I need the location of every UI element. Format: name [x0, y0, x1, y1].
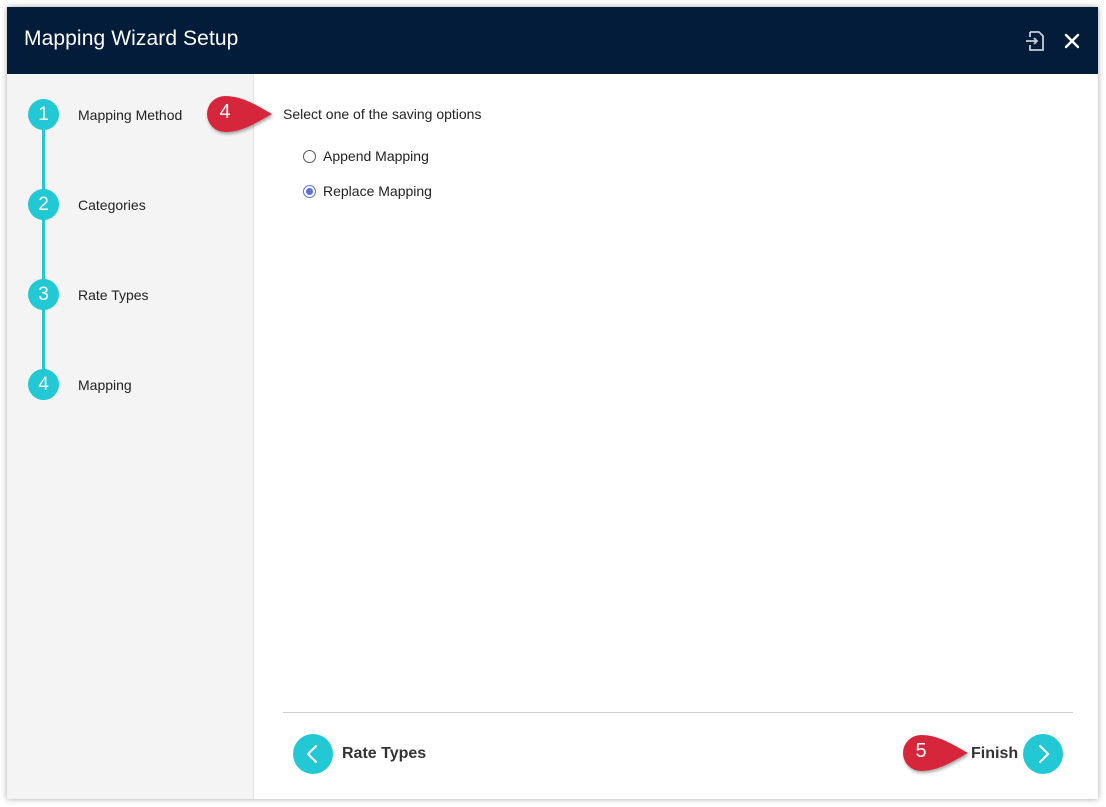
wizard-steps-sidebar: 1 Mapping Method 2 Categories 3 Rate Typ… [7, 74, 254, 799]
replace-mapping-radio[interactable] [303, 185, 316, 198]
close-icon[interactable] [1062, 31, 1082, 56]
chevron-right-icon [1038, 744, 1050, 764]
callout-number: 4 [219, 101, 231, 123]
step-mapping[interactable]: 4 Mapping [28, 369, 248, 401]
finish-label[interactable]: Finish [971, 745, 1018, 763]
append-mapping-label[interactable]: Append Mapping [323, 148, 429, 164]
append-mapping-radio[interactable] [303, 150, 316, 163]
step-rate-types[interactable]: 3 Rate Types [28, 279, 248, 311]
step-label: Categories [78, 197, 146, 213]
export-icon[interactable] [1024, 29, 1048, 58]
finish-button[interactable] [1023, 734, 1063, 774]
step-label: Rate Types [78, 287, 149, 303]
wizard-dialog: Mapping Wizard Setup 1 Mapping Method 2 … [7, 7, 1098, 799]
dialog-header: Mapping Wizard Setup [7, 7, 1098, 74]
step-label: Mapping Method [78, 107, 183, 123]
replace-mapping-label[interactable]: Replace Mapping [323, 183, 432, 199]
back-label[interactable]: Rate Types [342, 745, 426, 763]
callout-marker-4: 4 [206, 95, 274, 133]
wizard-content: Select one of the saving options Append … [254, 74, 1098, 799]
dialog-title: Mapping Wizard Setup [24, 27, 239, 50]
step-number: 4 [28, 369, 59, 400]
steps-connector-line [42, 130, 45, 400]
callout-marker-5: 5 [902, 734, 970, 772]
footer-divider [283, 712, 1073, 713]
step-number: 3 [28, 279, 59, 310]
back-button[interactable] [293, 734, 333, 774]
step-number: 1 [28, 99, 59, 130]
callout-number: 5 [915, 740, 927, 762]
step-label: Mapping [78, 377, 132, 393]
step-number: 2 [28, 189, 59, 220]
chevron-left-icon [306, 744, 318, 764]
step-categories[interactable]: 2 Categories [28, 189, 248, 221]
saving-options-prompt: Select one of the saving options [283, 106, 482, 122]
